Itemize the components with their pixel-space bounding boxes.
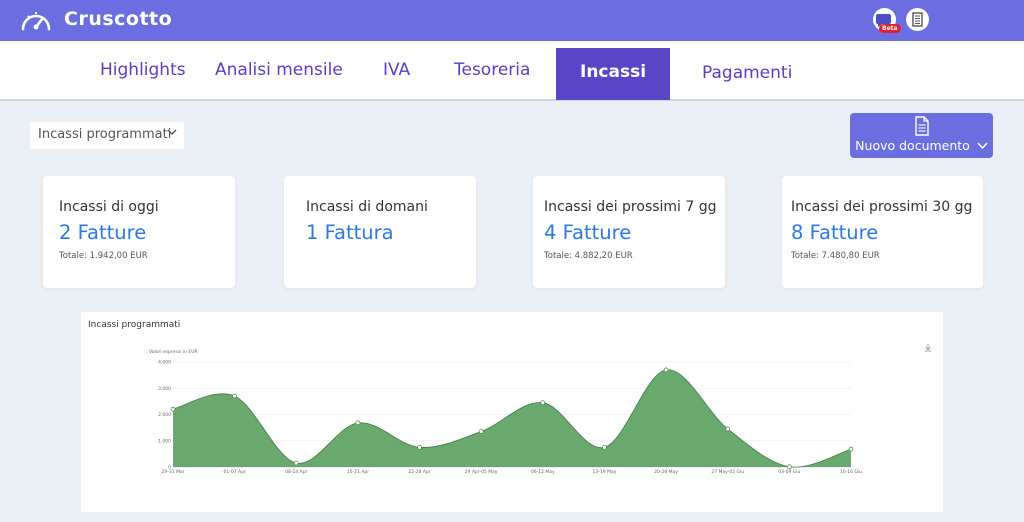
card-total: Totale: 1.942,00 EUR	[59, 251, 148, 261]
card-value[interactable]: 8 Fatture	[791, 221, 878, 244]
data-point	[540, 400, 546, 406]
card-value[interactable]: 1 Fattura	[306, 221, 394, 244]
tab-iva[interactable]: IVA	[383, 60, 410, 80]
x-tick-label: 20-26 May	[654, 469, 678, 475]
new-document-button[interactable]: Nuovo documento	[850, 113, 993, 158]
x-tick-label: 29-31 Mar	[162, 469, 185, 475]
card-title: Incassi dei prossimi 30 gg	[791, 199, 973, 215]
x-tick-label: 06-12 May	[531, 469, 555, 475]
data-point	[725, 426, 731, 432]
x-tick-label: 15-21 Apr	[347, 469, 369, 475]
tab-bar: Highlights Analisi mensile IVA Tesoreria…	[0, 41, 1024, 101]
chart-subtitle: Valori espressi in EUR	[149, 349, 198, 355]
x-tick-label: 01-07 Apr	[223, 469, 245, 475]
data-point	[355, 420, 361, 426]
data-point	[170, 406, 176, 412]
filter-dropdown[interactable]: Incassi programmati	[30, 122, 184, 149]
x-tick-label: 03-09 Giu	[778, 469, 800, 475]
card-value[interactable]: 2 Fatture	[59, 221, 146, 244]
data-point	[232, 393, 237, 399]
file-text-icon	[915, 116, 929, 136]
card-incassi-oggi: Incassi di oggi 2 Fatture Totale: 1.942,…	[43, 176, 235, 288]
data-point	[478, 429, 484, 434]
card-value[interactable]: 4 Fatture	[544, 221, 631, 244]
data-point	[417, 444, 422, 450]
tab-tesoreria[interactable]: Tesoreria	[454, 60, 530, 80]
x-tick-label: 10-16 Giu	[840, 469, 862, 475]
x-tick-label: 08-14 Apr	[285, 469, 307, 475]
y-tick-label: 2.000	[158, 412, 171, 418]
y-tick-label: 1.000	[158, 438, 171, 444]
data-point	[602, 444, 607, 450]
chevron-down-icon	[166, 126, 178, 141]
document-icon[interactable]	[906, 8, 929, 31]
app-title: Cruscotto	[64, 8, 173, 30]
card-title: Incassi di domani	[306, 199, 428, 215]
card-incassi-30gg: Incassi dei prossimi 30 gg 8 Fatture Tot…	[782, 176, 983, 288]
tab-pagamenti[interactable]: Pagamenti	[702, 63, 792, 83]
y-tick-label: 3.000	[158, 386, 171, 392]
top-bar: Cruscotto Beta	[0, 0, 1024, 41]
chart-panel: Incassi programmati Valori espressi in E…	[81, 312, 943, 512]
y-tick-label: 4.000	[158, 360, 171, 366]
data-point	[787, 464, 792, 470]
data-point	[293, 460, 299, 466]
card-title: Incassi di oggi	[59, 199, 159, 215]
card-incassi-domani: Incassi di domani 1 Fattura	[284, 176, 476, 288]
card-title: Incassi dei prossimi 7 gg	[544, 199, 717, 215]
download-icon	[925, 344, 931, 352]
card-total: Totale: 7.480,80 EUR	[791, 251, 880, 261]
beta-badge: Beta	[879, 24, 901, 33]
new-document-label: Nuovo documento	[850, 138, 993, 153]
data-point	[848, 446, 854, 452]
data-point	[663, 367, 669, 373]
tab-highlights[interactable]: Highlights	[100, 60, 186, 80]
chevron-down-icon	[977, 142, 988, 150]
area-chart: Valori espressi in EUR01.0002.0003.0004.…	[149, 344, 931, 475]
area-fill	[173, 369, 851, 468]
card-total: Totale: 4.882,20 EUR	[544, 251, 633, 261]
speedometer-icon	[21, 12, 51, 31]
x-tick-label: 22-28 Apr	[408, 469, 430, 475]
x-tick-label: 13-19 May	[593, 469, 617, 475]
tab-incassi[interactable]: Incassi	[556, 48, 670, 100]
filter-selected-value: Incassi programmati	[38, 127, 172, 142]
x-tick-label: 29 Apr-05 May	[465, 469, 498, 475]
tab-analisi-mensile[interactable]: Analisi mensile	[215, 60, 343, 80]
x-tick-label: 27 May-02 Giu	[711, 469, 744, 475]
card-incassi-7gg: Incassi dei prossimi 7 gg 4 Fatture Tota…	[533, 176, 725, 288]
